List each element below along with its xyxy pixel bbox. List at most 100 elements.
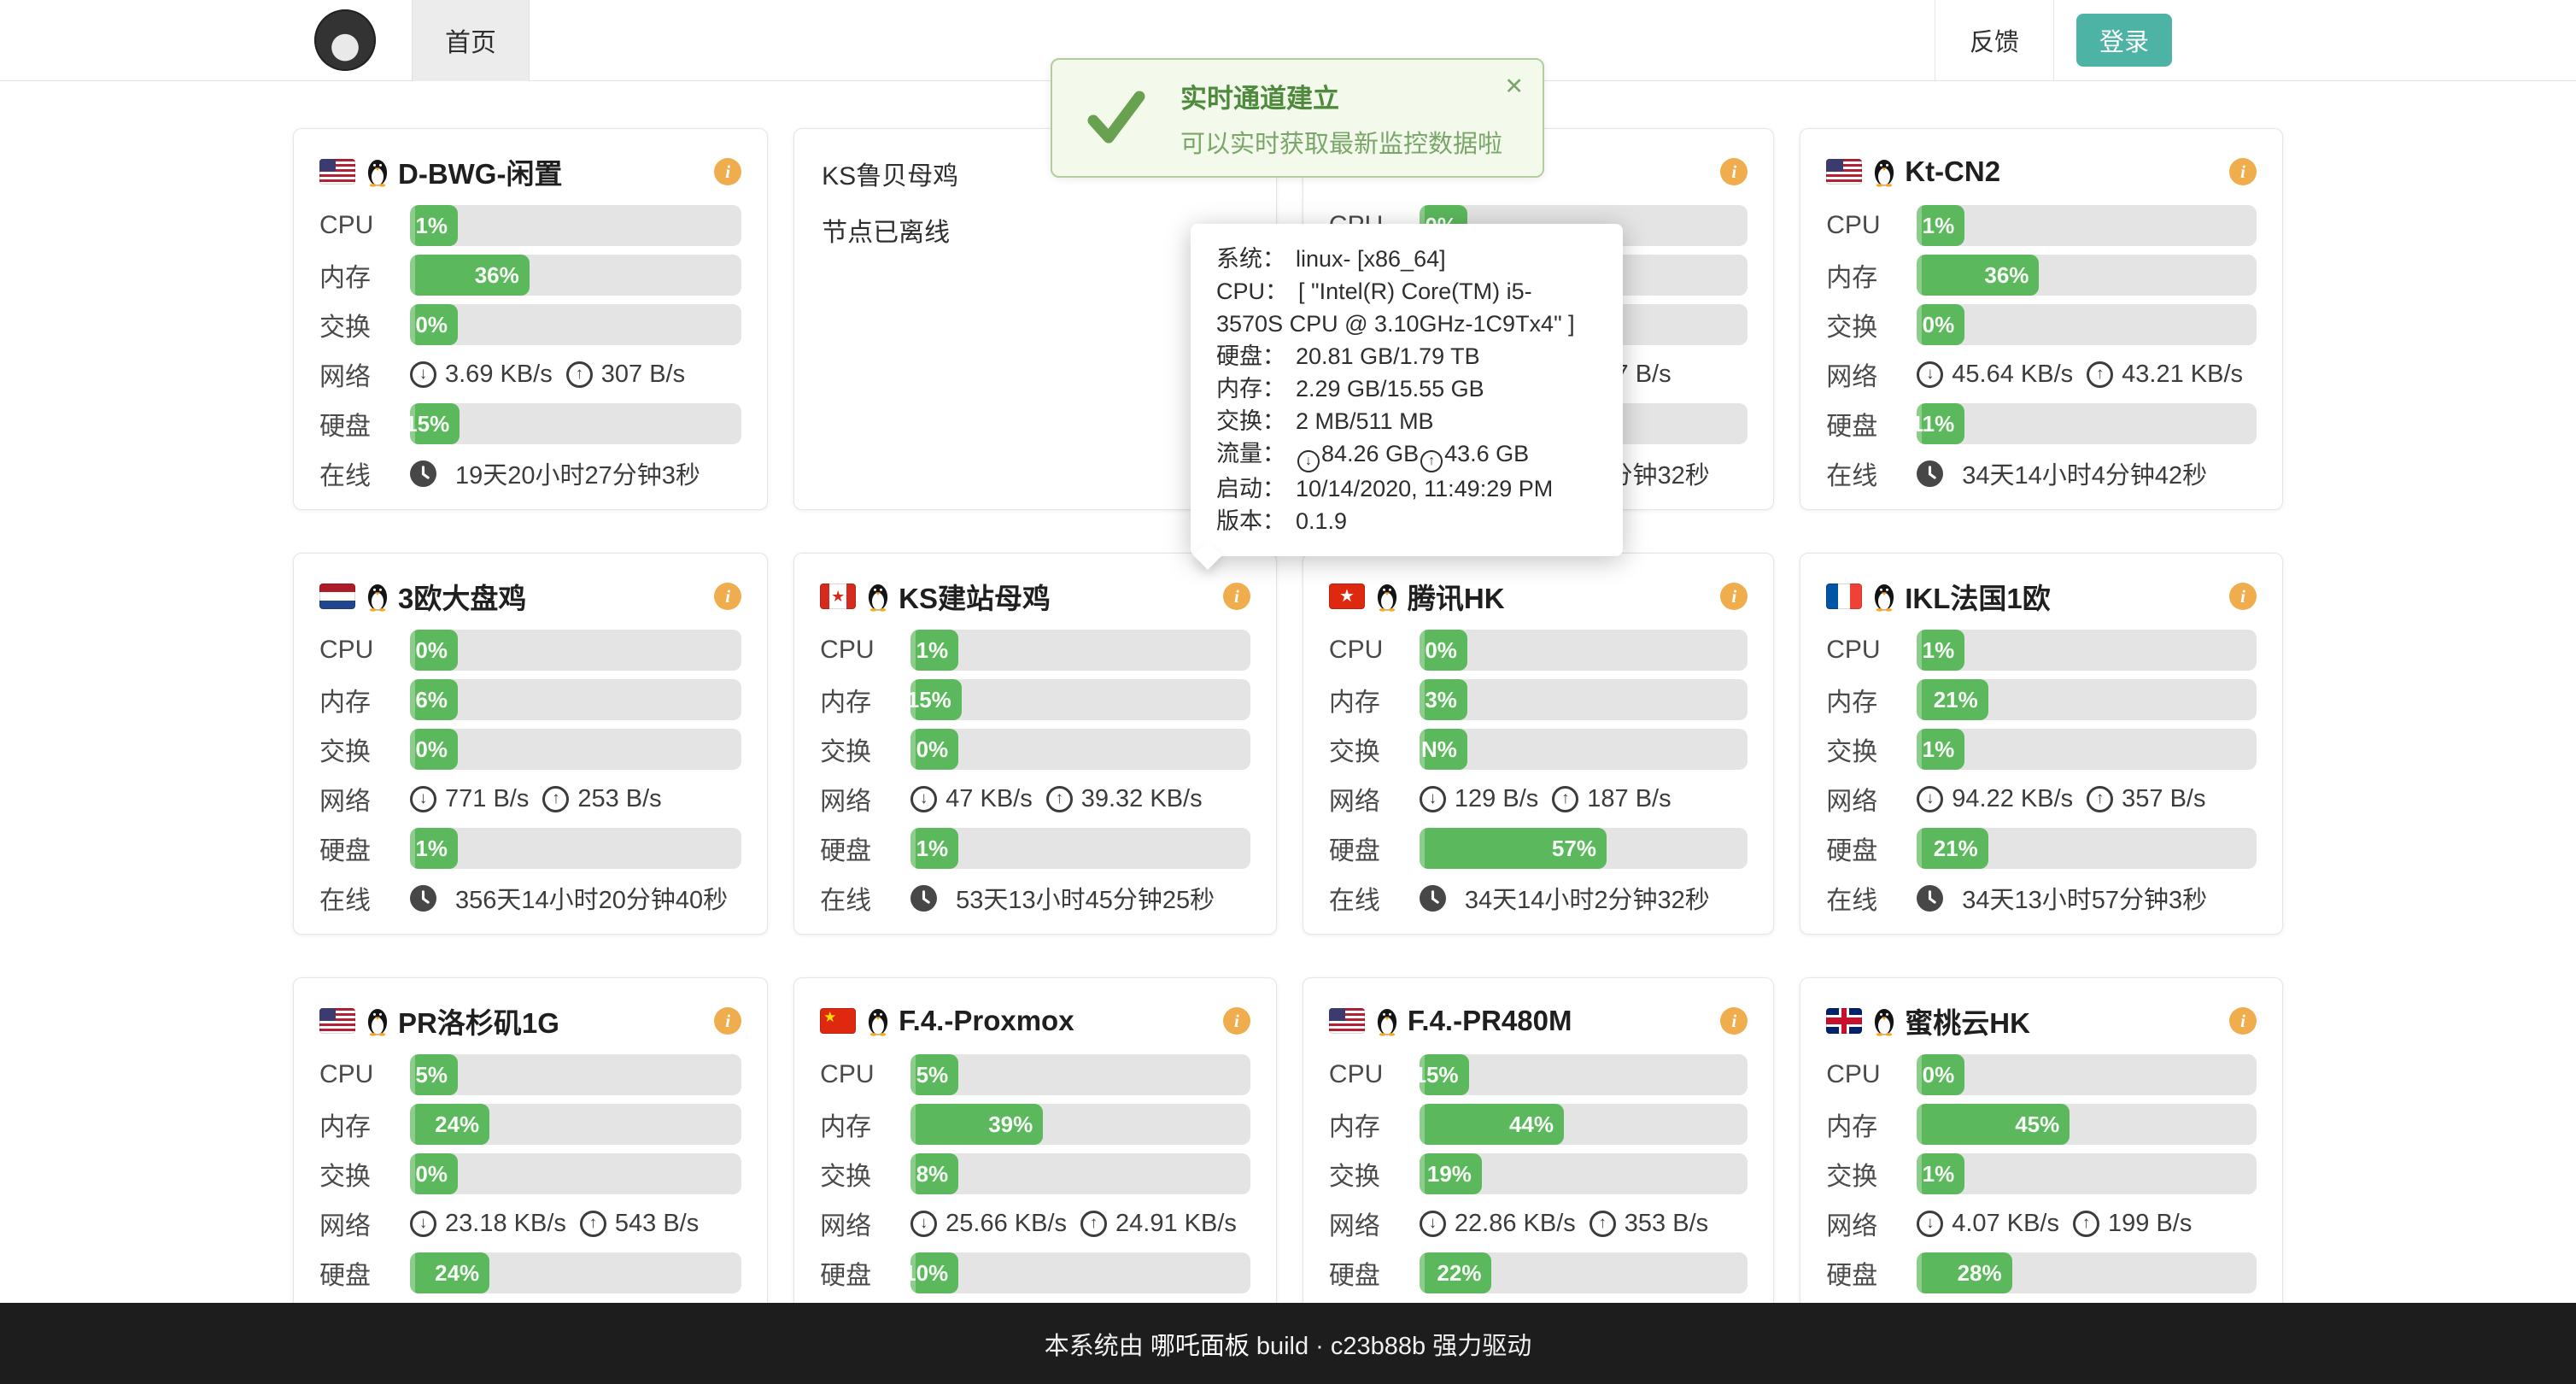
tooltip-cpu-label: CPU： <box>1216 279 1288 304</box>
linux-penguin-icon <box>866 579 890 613</box>
tooltip-system-value: linux- [x86_64] <box>1296 246 1446 272</box>
server-name: 腾讯HK <box>1408 576 1505 617</box>
cpu-row: CPU 0% <box>1826 1053 2257 1096</box>
uptime-label: 在线 <box>319 879 410 917</box>
tooltip-version-label: 版本： <box>1216 508 1285 534</box>
login-button[interactable]: 登录 <box>2076 14 2172 67</box>
nav-tab-home[interactable]: 首页 <box>412 0 530 81</box>
upload-arrow-icon: ↑ <box>2087 786 2113 812</box>
toast-message: 可以实时获取最新监控数据啦 <box>1180 124 1502 160</box>
memory-label: 内存 <box>319 681 410 718</box>
memory-label: 内存 <box>820 1105 910 1143</box>
nezha-panel-link[interactable]: 哪吒面板 <box>1150 1326 1250 1362</box>
cpu-progress-fill: 1% <box>910 630 958 671</box>
uptime-value: 34天13小时57分钟3秒 <box>1962 880 2207 916</box>
close-icon[interactable]: ✕ <box>1504 73 1524 100</box>
cpu-percent: 5% <box>916 1062 949 1088</box>
info-icon[interactable]: i <box>2229 1007 2257 1035</box>
info-icon[interactable]: i <box>2229 158 2257 185</box>
cpu-progress-fill: 0% <box>410 630 458 671</box>
swap-row: 交换 1% <box>1826 1152 2257 1195</box>
tooltip-swap-label: 交换： <box>1216 408 1285 434</box>
swap-progress-track: 0% <box>910 729 1250 770</box>
swap-label: 交换 <box>820 1155 910 1193</box>
disk-progress-track: 1% <box>910 828 1250 869</box>
cpu-row: CPU 1% <box>319 204 741 247</box>
tooltip-memory-row: 内存：2.29 GB/15.55 GB <box>1216 372 1597 405</box>
info-icon[interactable]: i <box>1223 1007 1250 1035</box>
info-icon[interactable]: i <box>1720 583 1748 610</box>
info-icon[interactable]: i <box>1223 583 1250 610</box>
info-icon[interactable]: i <box>1720 1007 1748 1035</box>
memory-label: 内存 <box>1329 1105 1420 1143</box>
swap-progress-fill: 0% <box>1917 304 1964 345</box>
swap-progress-track: 1% <box>1917 1153 2257 1194</box>
swap-percent: 0% <box>415 312 448 338</box>
memory-row: 内存 44% <box>1329 1103 1748 1146</box>
server-name: 3欧大盘鸡 <box>398 576 526 617</box>
memory-percent: 24% <box>435 1111 479 1138</box>
server-card-header: KS建站母鸡 i <box>820 572 1250 620</box>
site-logo-avatar[interactable] <box>314 9 376 71</box>
disk-progress-fill: 24% <box>410 1252 489 1293</box>
disk-progress-fill: 22% <box>1420 1252 1492 1293</box>
upload-arrow-icon: ↑ <box>1590 1211 1616 1237</box>
swap-label: 交换 <box>319 306 410 343</box>
swap-label: 交换 <box>1826 306 1917 343</box>
info-icon[interactable]: i <box>714 1007 741 1035</box>
swap-label: 交换 <box>319 1155 410 1193</box>
country-flag-icon <box>1329 1008 1365 1034</box>
info-icon[interactable]: i <box>714 158 741 185</box>
swap-label: 交换 <box>319 730 410 768</box>
memory-progress-fill: 15% <box>910 679 962 720</box>
network-label: 网络 <box>820 780 910 818</box>
tooltip-boot-label: 启动： <box>1216 476 1285 501</box>
memory-progress-track: 24% <box>410 1104 741 1145</box>
download-speed: 23.18 KB/s <box>445 1210 566 1238</box>
info-icon[interactable]: i <box>714 583 741 610</box>
swap-percent: 0% <box>415 1161 448 1188</box>
swap-row: 交换 8% <box>820 1152 1250 1195</box>
cpu-row: CPU 1% <box>1826 204 2257 247</box>
network-label: 网络 <box>1826 1205 1917 1242</box>
disk-progress-fill: 15% <box>410 403 460 444</box>
swap-percent: 0% <box>415 736 448 763</box>
info-icon[interactable]: i <box>2229 583 2257 610</box>
disk-progress-fill: 11% <box>1917 403 1964 444</box>
server-card: KS建站母鸡 i CPU 1% 内存 15% 交换 0% <box>793 553 1277 935</box>
upload-speed: 187 B/s <box>1587 785 1671 813</box>
network-row: 网络 ↓ 23.18 KB/s ↑ 543 B/s <box>319 1202 741 1245</box>
nav-tab-home-label: 首页 <box>445 21 496 59</box>
disk-row: 硬盘 11% <box>1826 402 2257 445</box>
server-name: Kt-CN2 <box>1905 155 2000 188</box>
disk-label: 硬盘 <box>1826 405 1917 443</box>
memory-progress-track: 6% <box>410 679 741 720</box>
feedback-link[interactable]: 反馈 <box>1935 0 2054 80</box>
footer-bar: 本系统由 哪吒面板 build · c23b88b 强力驱动 <box>0 1303 2576 1384</box>
memory-percent: 44% <box>1509 1111 1554 1138</box>
tooltip-system-row: 系统：linux- [x86_64] <box>1216 243 1597 275</box>
download-arrow-icon: ↓ <box>1917 361 1943 388</box>
server-name: PR洛杉矶1G <box>398 1000 559 1041</box>
disk-progress-fill: 21% <box>1917 828 1988 869</box>
linux-penguin-icon <box>866 1004 890 1038</box>
swap-progress-fill: 0% <box>410 304 458 345</box>
cpu-percent: 1% <box>1923 637 1955 664</box>
disk-percent: 1% <box>415 836 448 862</box>
uptime-row: 在线 34天13小时57分钟3秒 <box>1826 877 2257 919</box>
cpu-progress-track: 0% <box>410 630 741 671</box>
info-icon[interactable]: i <box>1720 158 1748 185</box>
cpu-row: CPU 5% <box>820 1053 1250 1096</box>
network-label: 网络 <box>1329 780 1420 818</box>
network-label: 网络 <box>319 355 410 393</box>
memory-progress-track: 39% <box>910 1104 1250 1145</box>
offline-status: 节点已离线 <box>822 211 1250 249</box>
cpu-percent: 0% <box>1923 1062 1955 1088</box>
upload-speed: 353 B/s <box>1625 1210 1708 1238</box>
server-card: Kt-CN2 i CPU 1% 内存 36% 交换 0% <box>1800 128 2283 510</box>
server-card: IKL法国1欧 i CPU 1% 内存 21% 交换 1% <box>1800 553 2283 935</box>
swap-progress-fill: 0% <box>910 729 958 770</box>
tooltip-disk-value: 20.81 GB/1.79 TB <box>1296 343 1480 369</box>
cpu-progress-track: 1% <box>1917 205 2257 246</box>
download-arrow-icon: ↓ <box>1917 1211 1943 1237</box>
